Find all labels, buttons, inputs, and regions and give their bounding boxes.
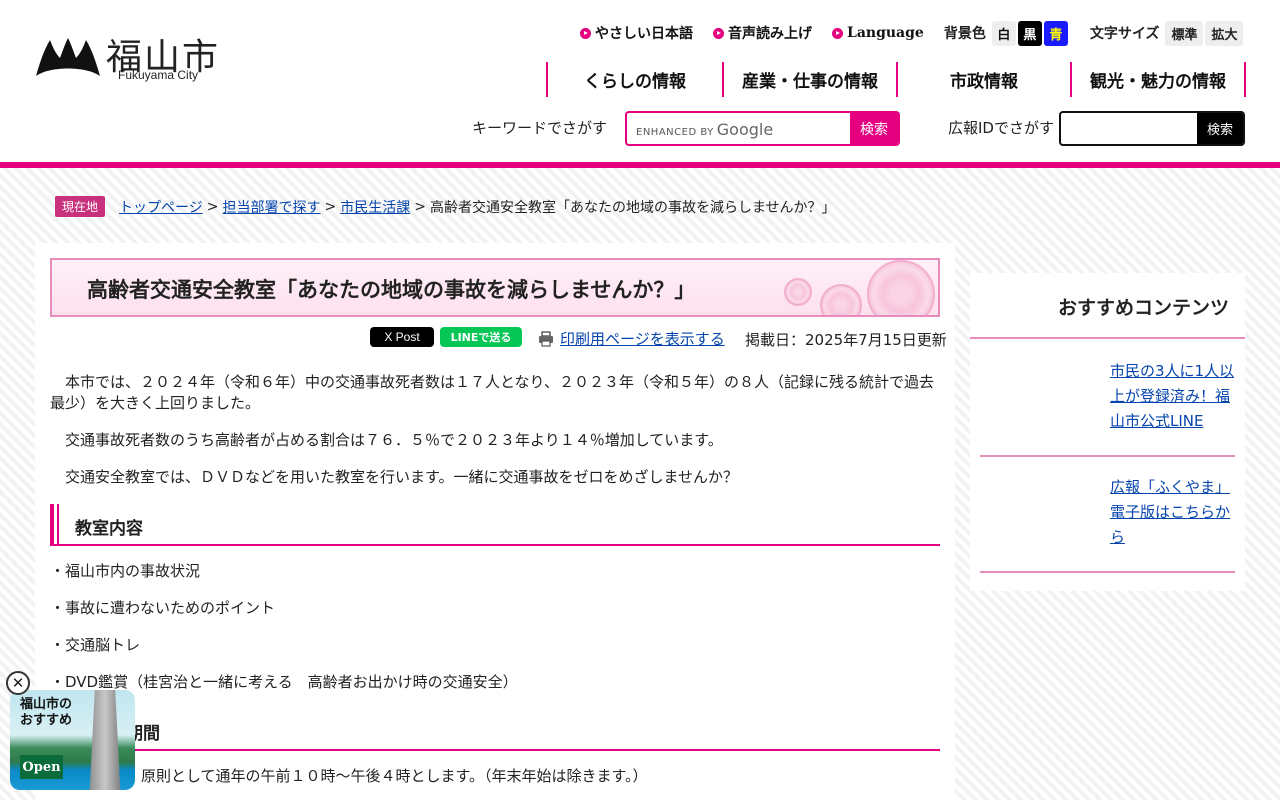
bg-black-button[interactable]: 黒	[1017, 20, 1042, 46]
keyword-search-input[interactable]: ENHANCED BY Google 検索	[625, 111, 900, 146]
language-label: Language	[847, 25, 924, 41]
x-post-button[interactable]: X Post	[370, 327, 434, 347]
gnav-government[interactable]: 市政情報	[896, 62, 1070, 97]
promo-open-button[interactable]: Open	[20, 755, 63, 779]
id-search-label: 広報IDでさがす	[948, 119, 1054, 137]
bg-color-label: 背景色	[943, 26, 986, 42]
print-page-label: 印刷用ページを表示する	[560, 330, 725, 348]
utility-bar: やさしい日本語 音声読み上げ Language 背景色 白 黒 青 文字サイズ …	[580, 20, 1245, 46]
breadcrumb-separator: >	[206, 198, 219, 215]
rose-decoration	[867, 260, 935, 315]
google-branding: ENHANCED BY Google	[636, 120, 773, 139]
id-search-input[interactable]: 検索	[1059, 111, 1245, 146]
sidebar-link-line[interactable]: 市民の3人に1人以上が登録済み！福山市公式LINE	[1110, 359, 1235, 434]
gnav-industry[interactable]: 産業・仕事の情報	[722, 62, 896, 97]
language-link[interactable]: Language	[832, 25, 924, 41]
intro-paragraph: 交通安全教室では、ＤＶＤなどを用いた教室を行います。一緒に交通事故をゼロをめざし…	[50, 468, 739, 486]
current-location-badge: 現在地	[55, 196, 106, 217]
bg-white-button[interactable]: 白	[991, 20, 1016, 46]
published-date: 掲載日：2025年7月15日更新	[745, 331, 947, 349]
list-item: ・福山市内の事故状況	[50, 562, 201, 580]
recommended-sidebar: おすすめコンテンツ 市民の3人に1人以上が登録済み！福山市公式LINE 広報「ふ…	[970, 273, 1245, 591]
list-item: ・交通脳トレ	[50, 636, 141, 654]
gnav-tourism[interactable]: 観光・魅力の情報	[1070, 62, 1246, 97]
logo-subtitle: Fukuyama City	[118, 68, 199, 82]
site-logo[interactable]: 福山市 Fukuyama City	[36, 28, 236, 88]
keyword-search-label: キーワードでさがす	[472, 119, 608, 137]
arrow-bullet-icon	[580, 27, 591, 39]
print-page-link[interactable]: 印刷用ページを表示する	[538, 328, 725, 349]
speech-link[interactable]: 音声読み上げ	[713, 23, 812, 43]
section-heading-text: 教室内容	[75, 519, 143, 539]
arrow-bullet-icon	[713, 27, 724, 39]
site-header: 福山市 Fukuyama City やさしい日本語 音声読み上げ Languag…	[0, 0, 1280, 162]
easy-japanese-label: やさしい日本語	[595, 26, 693, 42]
breadcrumb-current: 高齢者交通安全教室「あなたの地域の事故を減らしませんか？」	[429, 199, 836, 216]
recommend-promo-banner[interactable]: 福山市の おすすめ Open	[10, 690, 135, 790]
page-title-box: 高齢者交通安全教室「あなたの地域の事故を減らしませんか？」	[50, 258, 940, 317]
sidebar-heading-text: おすすめコンテンツ	[1057, 297, 1229, 319]
enhanced-by-text: ENHANCED BY	[636, 127, 714, 138]
sidebar-link-koho[interactable]: 広報「ふくやま」電子版はこちらから	[1110, 475, 1235, 550]
lighthouse-image	[89, 690, 121, 790]
rose-decoration	[820, 284, 862, 315]
breadcrumb: 現在地 トップページ > 担当部署で探す > 市民生活課 > 高齢者交通安全教室…	[55, 196, 836, 217]
section-heading: 教室内容	[50, 504, 940, 546]
city-emblem-icon	[36, 38, 100, 76]
arrow-bullet-icon	[832, 27, 843, 39]
id-search-button[interactable]: 検索	[1197, 113, 1243, 144]
font-standard-button[interactable]: 標準	[1165, 20, 1204, 46]
intro-paragraph: 交通事故死者数のうち高齢者が占める割合は７６．５％で２０２３年より１４％増加して…	[50, 431, 723, 449]
bg-blue-button[interactable]: 青	[1043, 20, 1068, 46]
schedule-text: 原則として通年の午前１０時～午後４時とします。（年末年始は除きます。）	[141, 767, 648, 785]
gnav-living[interactable]: くらしの情報	[546, 62, 722, 97]
intro-paragraph: 本市では、２０２４年（令和６年）中の交通事故死者数は１７人となり、２０２３年（令…	[50, 373, 934, 412]
google-text: Google	[716, 120, 774, 139]
promo-line: おすすめ	[20, 713, 73, 728]
keyword-search-button[interactable]: 検索	[850, 113, 898, 144]
list-item: ・事故に遭わないためのポイント	[50, 599, 276, 617]
sidebar-heading: おすすめコンテンツ	[970, 273, 1245, 339]
sidebar-item: 市民の3人に1人以上が登録済み！福山市公式LINE	[980, 341, 1235, 457]
breadcrumb-separator: >	[414, 198, 426, 215]
rose-decoration	[784, 278, 812, 306]
breadcrumb-departments[interactable]: 担当部署で探す	[222, 197, 320, 217]
promo-line: 福山市の	[20, 697, 73, 712]
breadcrumb-citizen-life[interactable]: 市民生活課	[340, 197, 410, 217]
sidebar-item: 広報「ふくやま」電子版はこちらから	[980, 457, 1235, 573]
list-item: ・DVD鑑賞（桂宮治と一緒に考える 高齢者お出かけ時の交通安全）	[50, 673, 518, 691]
promo-text: 福山市の おすすめ	[20, 697, 72, 729]
line-share-button[interactable]: LINEで送る	[440, 327, 522, 347]
printer-icon	[539, 330, 553, 347]
breadcrumb-separator: >	[324, 198, 337, 215]
close-icon[interactable]: ✕	[6, 671, 30, 695]
page-title: 高齢者交通安全教室「あなたの地域の事故を減らしませんか？」	[87, 278, 696, 302]
breadcrumb-top[interactable]: トップページ	[119, 197, 203, 217]
main-content: 高齢者交通安全教室「あなたの地域の事故を減らしませんか？」 X Post LIN…	[35, 243, 955, 800]
speech-label: 音声読み上げ	[728, 26, 812, 42]
font-size-label: 文字サイズ	[1089, 26, 1160, 42]
font-large-button[interactable]: 拡大	[1205, 20, 1244, 46]
easy-japanese-link[interactable]: やさしい日本語	[580, 23, 693, 43]
global-nav: くらしの情報 産業・仕事の情報 市政情報 観光・魅力の情報	[546, 62, 1246, 97]
section-heading: 日時・期間	[50, 709, 940, 751]
